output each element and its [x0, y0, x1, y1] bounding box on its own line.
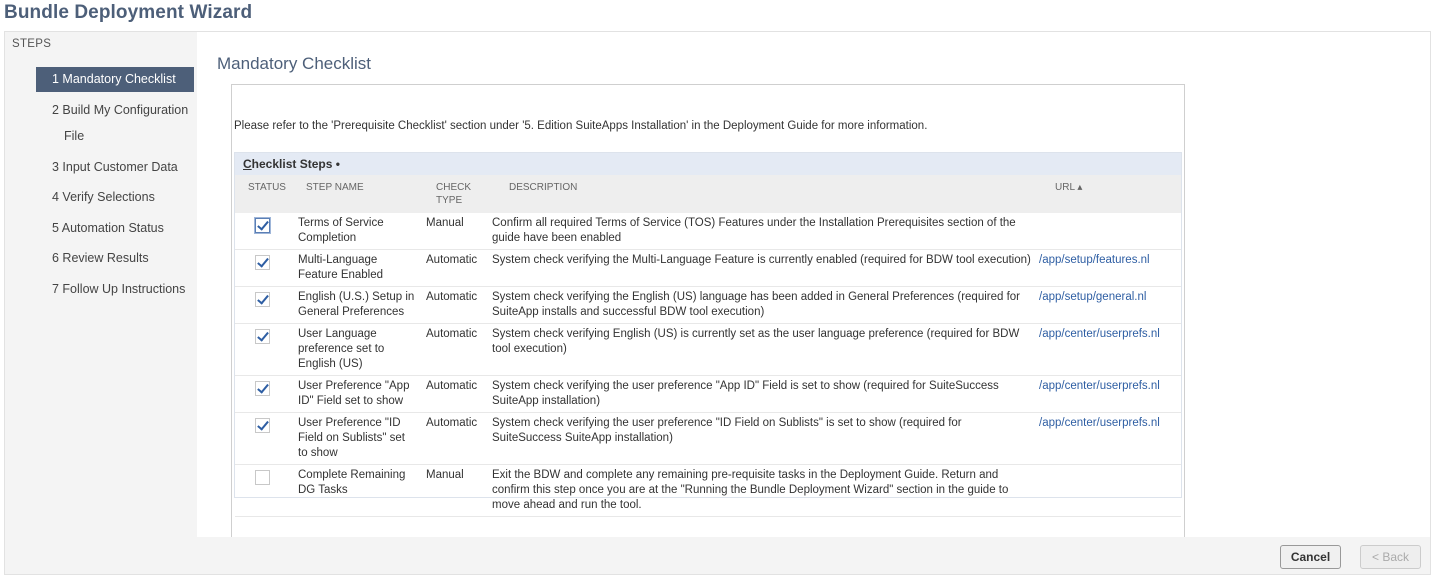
status-checkbox[interactable]	[255, 329, 270, 344]
status-cell	[235, 249, 290, 287]
col-step-name[interactable]: STEP NAME	[306, 181, 364, 194]
table-row: User Language preference set to English …	[235, 323, 1181, 376]
check-type-cell: Automatic	[420, 412, 492, 465]
sublist-heading-text: hecklist Steps •	[251, 157, 340, 171]
sidebar-step-review-results[interactable]: 6 Review Results	[36, 245, 194, 271]
col-check-type-line2: TYPE	[436, 195, 463, 206]
description-cell: Confirm all required Terms of Service (T…	[492, 213, 1039, 250]
sidebar-step-label: 2 Build My Configuration	[52, 103, 189, 117]
description-cell: Exit the BDW and complete any remaining …	[492, 464, 1039, 517]
description-cell: System check verifying English (US) is c…	[492, 323, 1039, 376]
sidebar-step-label: 6 Review Results	[52, 251, 149, 265]
check-type-cell: Automatic	[420, 375, 492, 413]
status-cell	[235, 464, 290, 517]
check-type-cell: Automatic	[420, 249, 492, 287]
column-headers: STATUS STEP NAME CHECK TYPE DESCRIPTION …	[235, 175, 1181, 213]
sublist-heading-accesskey: C	[243, 157, 252, 171]
info-text: Please refer to the 'Prerequisite Checkl…	[234, 120, 928, 132]
check-type-cell: Automatic	[420, 323, 492, 376]
status-cell	[235, 213, 290, 250]
status-cell	[235, 412, 290, 465]
sublist-heading[interactable]: Checklist Steps •	[235, 153, 1181, 175]
sidebar-step-label: 5 Automation Status	[52, 221, 164, 235]
url-link[interactable]: /app/setup/features.nl	[1039, 249, 1181, 287]
check-type-cell: Automatic	[420, 286, 492, 324]
step-name-cell: Multi-Language Feature Enabled	[290, 249, 420, 287]
col-status[interactable]: STATUS	[248, 181, 286, 194]
url-link[interactable]	[1039, 464, 1181, 517]
step-name-cell: English (U.S.) Setup in General Preferen…	[290, 286, 420, 324]
col-url[interactable]: URL ▴	[1055, 181, 1082, 194]
main-content: Mandatory Checklist Please refer to the …	[197, 32, 1430, 538]
checklist-panel: Please refer to the 'Prerequisite Checkl…	[231, 84, 1185, 538]
url-link[interactable]: /app/setup/general.nl	[1039, 286, 1181, 324]
app-title: Bundle Deployment Wizard	[4, 2, 253, 23]
sidebar-step-build-configuration[interactable]: 2 Build My Configuration File	[36, 97, 194, 149]
step-name-cell: Complete Remaining DG Tasks	[290, 464, 420, 517]
back-button[interactable]: < Back	[1360, 545, 1421, 569]
step-name-cell: User Preference "ID Field on Sublists" s…	[290, 412, 420, 465]
table-row: Terms of Service Completion Manual Confirm…	[235, 213, 1181, 250]
step-name-cell: Terms of Service Completion	[290, 213, 420, 250]
sidebar-step-label-cont: File	[64, 129, 85, 143]
check-type-cell: Manual	[420, 464, 492, 517]
steps-sidebar: STEPS 1 Mandatory Checklist 2 Build My C…	[5, 32, 197, 537]
url-link[interactable]: /app/center/userprefs.nl	[1039, 412, 1181, 465]
table-row: Multi-Language Feature Enabled Automatic S…	[235, 249, 1181, 287]
sidebar-step-input-customer-data[interactable]: 3 Input Customer Data	[36, 154, 194, 180]
status-cell	[235, 375, 290, 413]
table-row: User Preference "ID Field on Sublists" s…	[235, 412, 1181, 465]
cancel-button[interactable]: Cancel	[1280, 545, 1341, 569]
description-cell: System check verifying the user preferen…	[492, 375, 1039, 413]
description-cell: System check verifying the Multi-Languag…	[492, 249, 1039, 287]
sidebar-step-automation-status[interactable]: 5 Automation Status	[36, 215, 194, 241]
wizard-shell: STEPS 1 Mandatory Checklist 2 Build My C…	[4, 31, 1431, 575]
col-check-type-line1: CHECK	[436, 182, 472, 193]
status-checkbox[interactable]	[255, 292, 270, 307]
url-link[interactable]: /app/center/userprefs.nl	[1039, 375, 1181, 413]
description-cell: System check verifying the user preferen…	[492, 412, 1039, 465]
sidebar-step-label: 3 Input Customer Data	[52, 160, 178, 174]
status-checkbox[interactable]	[255, 418, 270, 433]
sidebar-step-verify-selections[interactable]: 4 Verify Selections	[36, 184, 194, 210]
step-name-cell: User Preference "App ID" Field set to sh…	[290, 375, 420, 413]
url-link[interactable]	[1039, 213, 1181, 250]
description-cell: System check verifying the English (US) …	[492, 286, 1039, 324]
status-checkbox[interactable]	[255, 381, 270, 396]
table-row: User Preference "App ID" Field set to sh…	[235, 375, 1181, 413]
table-row: Complete Remaining DG Tasks Manual Exit th…	[235, 464, 1181, 517]
col-description[interactable]: DESCRIPTION	[509, 181, 577, 194]
checklist-sublist: Checklist Steps • STATUS STEP NAME CHECK…	[234, 152, 1182, 517]
checklist-table: Terms of Service Completion Manual Confirm…	[235, 213, 1181, 517]
sidebar-step-mandatory-checklist[interactable]: 1 Mandatory Checklist	[36, 67, 194, 92]
status-cell	[235, 286, 290, 324]
sidebar-step-follow-up[interactable]: 7 Follow Up Instructions	[36, 276, 194, 302]
table-row: English (U.S.) Setup in General Preferen…	[235, 286, 1181, 324]
sidebar-step-label: 7 Follow Up Instructions	[52, 282, 186, 296]
check-type-cell: Manual	[420, 213, 492, 250]
col-check-type[interactable]: CHECK TYPE	[436, 181, 471, 207]
status-cell	[235, 323, 290, 376]
status-checkbox[interactable]	[255, 255, 270, 270]
step-name-cell: User Language preference set to English …	[290, 323, 420, 376]
sidebar-step-label: 4 Verify Selections	[52, 190, 155, 204]
footer-bar: Cancel < Back	[5, 537, 1430, 574]
status-checkbox[interactable]	[255, 218, 270, 233]
steps-heading: STEPS	[12, 38, 52, 50]
sidebar-step-label: 1 Mandatory Checklist	[52, 72, 176, 86]
status-checkbox[interactable]	[255, 470, 270, 485]
page-title: Mandatory Checklist	[217, 54, 372, 73]
url-link[interactable]: /app/center/userprefs.nl	[1039, 323, 1181, 376]
